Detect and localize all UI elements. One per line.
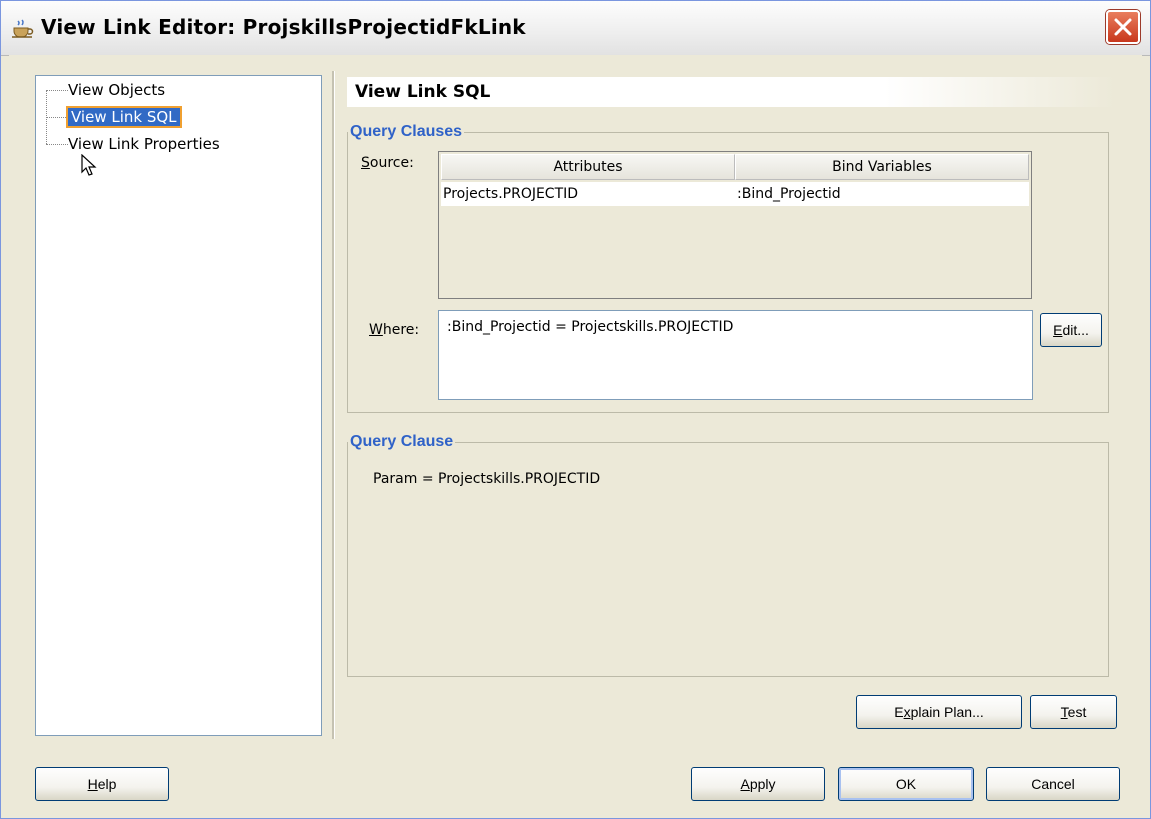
title-bar[interactable]: View Link Editor: ProjskillsProjectidFkL…	[1, 1, 1150, 56]
nav-item-view-link-properties[interactable]: View Link Properties	[68, 133, 220, 155]
close-button[interactable]	[1106, 10, 1140, 44]
coffee-cup-icon	[12, 19, 34, 38]
ok-button[interactable]: OK	[838, 767, 974, 801]
nav-item-label: View Link Properties	[68, 135, 220, 153]
query-clause-text: Param = Projectskills.PROJECTID	[373, 471, 601, 487]
bind-variable-cell[interactable]: :Bind_Projectid	[735, 182, 841, 206]
navigation-tree: View Objects View Link SQL View Link Pro…	[35, 75, 322, 736]
pane-divider[interactable]	[332, 71, 335, 739]
attribute-cell[interactable]: Projects.PROJECTID	[441, 182, 578, 206]
mouse-pointer-icon	[81, 154, 97, 176]
source-label: Source:	[361, 155, 414, 171]
tree-connector	[46, 90, 68, 91]
nav-item-label: View Objects	[68, 81, 166, 99]
where-clause-field[interactable]: :Bind_Projectid = Projectskills.PROJECTI…	[438, 310, 1033, 400]
where-label: Where:	[369, 322, 420, 338]
query-clauses-legend: Query Clauses	[350, 123, 463, 140]
query-clause-group: Query Clause	[347, 433, 1109, 677]
where-clause-value: :Bind_Projectid = Projectskills.PROJECTI…	[447, 319, 734, 335]
explain-plan-button[interactable]: Explain Plan...	[856, 695, 1022, 729]
column-header-attributes[interactable]: Attributes	[441, 154, 735, 180]
tree-connector	[46, 117, 68, 118]
column-header-bind-variables[interactable]: Bind Variables	[735, 154, 1029, 180]
query-clause-legend: Query Clause	[350, 433, 454, 450]
nav-item-view-link-sql[interactable]: View Link SQL	[66, 106, 182, 128]
cancel-button[interactable]: Cancel	[986, 767, 1120, 801]
dialog-body: View Objects View Link SQL View Link Pro…	[9, 55, 1142, 812]
panel-title: View Link SQL	[347, 77, 1115, 107]
close-icon	[1114, 18, 1132, 36]
window-title: View Link Editor: ProjskillsProjectidFkL…	[41, 15, 526, 39]
edit-button[interactable]: Edit...	[1040, 313, 1102, 347]
nav-item-view-objects[interactable]: View Objects	[68, 79, 165, 101]
test-button[interactable]: Test	[1030, 695, 1117, 729]
nav-item-label: View Link SQL	[66, 106, 182, 128]
apply-button[interactable]: Apply	[691, 767, 825, 801]
view-link-editor-dialog: View Link Editor: ProjskillsProjectidFkL…	[0, 0, 1151, 819]
table-row[interactable]: Projects.PROJECTID :Bind_Projectid	[441, 182, 1029, 206]
tree-connector	[46, 144, 68, 145]
help-button[interactable]: Help	[35, 767, 169, 801]
source-table[interactable]: Attributes Bind Variables Projects.PROJE…	[438, 151, 1032, 299]
